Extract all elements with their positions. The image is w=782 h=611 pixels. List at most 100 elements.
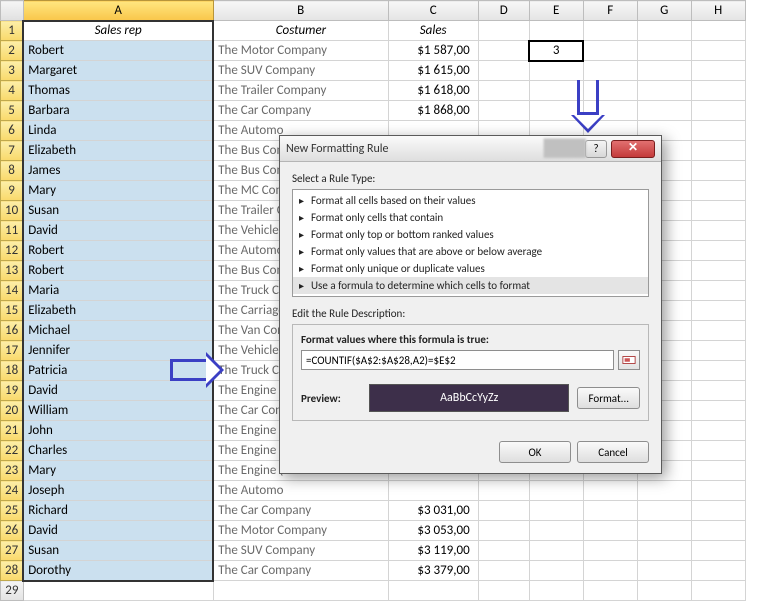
row-header[interactable]: 7 — [1, 141, 24, 161]
cell[interactable] — [691, 401, 745, 421]
cell-customer[interactable]: The SUV Company — [213, 541, 388, 561]
cell[interactable] — [691, 541, 745, 561]
close-button[interactable]: ✕ — [611, 140, 655, 158]
cell[interactable] — [529, 501, 583, 521]
cell-rep[interactable]: Robert — [23, 261, 213, 281]
cell[interactable] — [691, 361, 745, 381]
cell[interactable] — [478, 541, 529, 561]
header-cell[interactable]: Sales — [388, 21, 478, 41]
row-header[interactable]: 24 — [1, 481, 24, 501]
row-header[interactable]: 27 — [1, 541, 24, 561]
cell-customer[interactable]: The Car Company — [213, 101, 388, 121]
header-cell[interactable]: Costumer — [213, 21, 388, 41]
row-header[interactable]: 17 — [1, 341, 24, 361]
row-header[interactable]: 28 — [1, 561, 24, 581]
rule-type-item[interactable]: Format only values that are above or bel… — [293, 243, 648, 260]
cell[interactable] — [583, 561, 637, 581]
cell[interactable] — [691, 301, 745, 321]
cell[interactable] — [637, 541, 691, 561]
cell-rep[interactable]: Maria — [23, 281, 213, 301]
row-header[interactable]: 16 — [1, 321, 24, 341]
row-header[interactable]: 25 — [1, 501, 24, 521]
cell[interactable] — [583, 21, 637, 41]
cell[interactable] — [529, 481, 583, 501]
cell-rep[interactable]: Richard — [23, 501, 213, 521]
row-header[interactable]: 19 — [1, 381, 24, 401]
cell[interactable] — [637, 521, 691, 541]
cell-rep[interactable]: Susan — [23, 201, 213, 221]
cell-sales[interactable]: $3 119,00 — [388, 541, 478, 561]
cell[interactable] — [478, 41, 529, 61]
cell[interactable] — [691, 21, 745, 41]
cell-rep[interactable]: Elizabeth — [23, 301, 213, 321]
row-header[interactable]: 21 — [1, 421, 24, 441]
cell-sales[interactable]: $1 615,00 — [388, 61, 478, 81]
row-header[interactable]: 22 — [1, 441, 24, 461]
cell[interactable] — [691, 281, 745, 301]
cell[interactable] — [529, 61, 583, 81]
cell-rep[interactable]: Dorothy — [23, 561, 213, 581]
rule-type-item[interactable]: Format only cells that contain — [293, 209, 648, 226]
cell-rep[interactable]: Joseph — [23, 481, 213, 501]
cell[interactable] — [583, 41, 637, 61]
row-header[interactable]: 20 — [1, 401, 24, 421]
cell[interactable] — [637, 481, 691, 501]
cell-sales[interactable]: $1 587,00 — [388, 41, 478, 61]
cell[interactable] — [691, 521, 745, 541]
cell-customer[interactable]: The Motor Company — [213, 41, 388, 61]
cell-rep[interactable]: Charles — [23, 441, 213, 461]
cell[interactable] — [478, 521, 529, 541]
row-header[interactable]: 26 — [1, 521, 24, 541]
row-header[interactable]: 3 — [1, 61, 24, 81]
dialog-titlebar[interactable]: New Formatting Rule ████ ? ✕ — [280, 136, 661, 162]
cell[interactable] — [529, 581, 583, 601]
row-header[interactable]: 2 — [1, 41, 24, 61]
cell[interactable] — [583, 521, 637, 541]
cell-sales[interactable]: $3 053,00 — [388, 521, 478, 541]
cell-rep[interactable]: Robert — [23, 41, 213, 61]
cell[interactable] — [583, 581, 637, 601]
row-header[interactable]: 14 — [1, 281, 24, 301]
cell[interactable] — [478, 81, 529, 101]
cell[interactable] — [637, 81, 691, 101]
cell-rep[interactable]: Mary — [23, 461, 213, 481]
column-header-h[interactable]: H — [691, 1, 745, 21]
cell-rep[interactable]: Elizabeth — [23, 141, 213, 161]
cell[interactable] — [637, 501, 691, 521]
cell-customer[interactable]: The Trailer Company — [213, 81, 388, 101]
row-header[interactable]: 15 — [1, 301, 24, 321]
cell-rep[interactable]: James — [23, 161, 213, 181]
cell-customer[interactable]: The SUV Company — [213, 61, 388, 81]
cell-sales[interactable]: $3 031,00 — [388, 501, 478, 521]
cell[interactable] — [529, 561, 583, 581]
cell-rep[interactable]: William — [23, 401, 213, 421]
header-cell[interactable]: Sales rep — [23, 21, 213, 41]
cell-rep[interactable]: David — [23, 221, 213, 241]
cell[interactable] — [529, 521, 583, 541]
row-header[interactable]: 12 — [1, 241, 24, 261]
cell[interactable] — [637, 41, 691, 61]
format-button[interactable]: Format... — [577, 387, 640, 409]
cell-rep[interactable]: Michael — [23, 321, 213, 341]
cell[interactable] — [691, 341, 745, 361]
row-header[interactable]: 29 — [1, 581, 24, 601]
cell[interactable] — [691, 61, 745, 81]
row-header[interactable]: 8 — [1, 161, 24, 181]
cell[interactable] — [478, 481, 529, 501]
cell[interactable] — [213, 581, 388, 601]
cell[interactable] — [691, 501, 745, 521]
rule-type-item[interactable]: Use a formula to determine which cells t… — [293, 277, 648, 294]
row-header[interactable]: 1 — [1, 21, 24, 41]
cell[interactable] — [691, 441, 745, 461]
cell[interactable] — [583, 481, 637, 501]
row-header[interactable]: 10 — [1, 201, 24, 221]
cell[interactable] — [691, 261, 745, 281]
cell[interactable] — [637, 61, 691, 81]
row-header[interactable]: 11 — [1, 221, 24, 241]
cell[interactable] — [691, 101, 745, 121]
cell[interactable] — [583, 541, 637, 561]
cell[interactable] — [529, 541, 583, 561]
cell-customer[interactable]: The Automo — [213, 481, 388, 501]
cell-rep[interactable]: Robert — [23, 241, 213, 261]
cell[interactable] — [691, 201, 745, 221]
